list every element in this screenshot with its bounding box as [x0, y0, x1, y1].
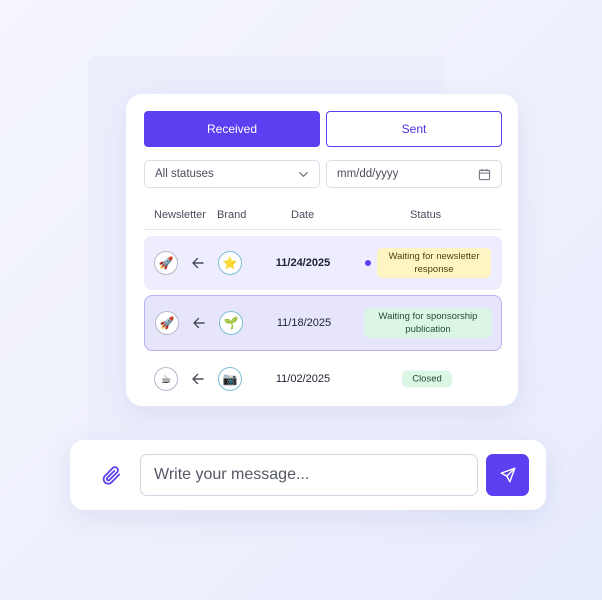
- message-composer: [70, 440, 546, 510]
- calendar-icon: [478, 168, 491, 180]
- arrow-left-icon: [192, 373, 204, 385]
- row-date: 11/18/2025: [276, 317, 332, 329]
- rocket-icon: 🚀: [155, 311, 179, 335]
- status-filter-select[interactable]: All statuses: [144, 160, 320, 188]
- status-badge: Waiting for sponsorship publication: [364, 308, 492, 338]
- arrow-left-icon: [193, 317, 205, 329]
- tab-sent[interactable]: Sent: [326, 111, 502, 147]
- header-brand: Brand: [217, 209, 247, 221]
- sprout-icon: 🌱: [219, 311, 243, 335]
- status-badge: Waiting for newsletter response: [377, 248, 491, 278]
- messages-card: Received Sent All statuses mm/dd/yyyy Ne…: [126, 94, 518, 406]
- table-row[interactable]: 🚀 ⭐ 11/24/2025 Waiting for newsletter re…: [144, 236, 502, 290]
- row-date: 11/02/2025: [275, 373, 331, 385]
- rocket-icon: 🚀: [154, 251, 178, 275]
- status-filter-value: All statuses: [155, 168, 214, 180]
- row-date: 11/24/2025: [275, 257, 331, 269]
- message-input[interactable]: [140, 454, 478, 496]
- table-row[interactable]: ☕ 📷 11/02/2025 Closed: [144, 355, 502, 403]
- header-newsletter: Newsletter: [154, 209, 206, 221]
- header-date: Date: [291, 209, 315, 221]
- date-filter-input[interactable]: mm/dd/yyyy: [326, 160, 502, 188]
- unread-dot: [365, 260, 371, 266]
- tab-received[interactable]: Received: [144, 111, 320, 147]
- arrow-left-icon: [192, 257, 204, 269]
- date-filter-placeholder: mm/dd/yyyy: [337, 168, 399, 180]
- send-icon: [500, 467, 515, 483]
- table-row[interactable]: 🚀 🌱 11/18/2025 Waiting for sponsorship p…: [144, 295, 502, 351]
- star-badge-icon: ⭐: [218, 251, 242, 275]
- chevron-down-icon: [299, 171, 308, 177]
- coffee-icon: ☕: [154, 367, 178, 391]
- table-header: Newsletter Brand Date Status: [144, 206, 502, 230]
- header-status: Status: [410, 209, 442, 221]
- paperclip-icon[interactable]: [100, 464, 122, 486]
- send-button[interactable]: [486, 454, 529, 496]
- camera-icon: 📷: [218, 367, 242, 391]
- status-badge: Closed: [402, 370, 452, 388]
